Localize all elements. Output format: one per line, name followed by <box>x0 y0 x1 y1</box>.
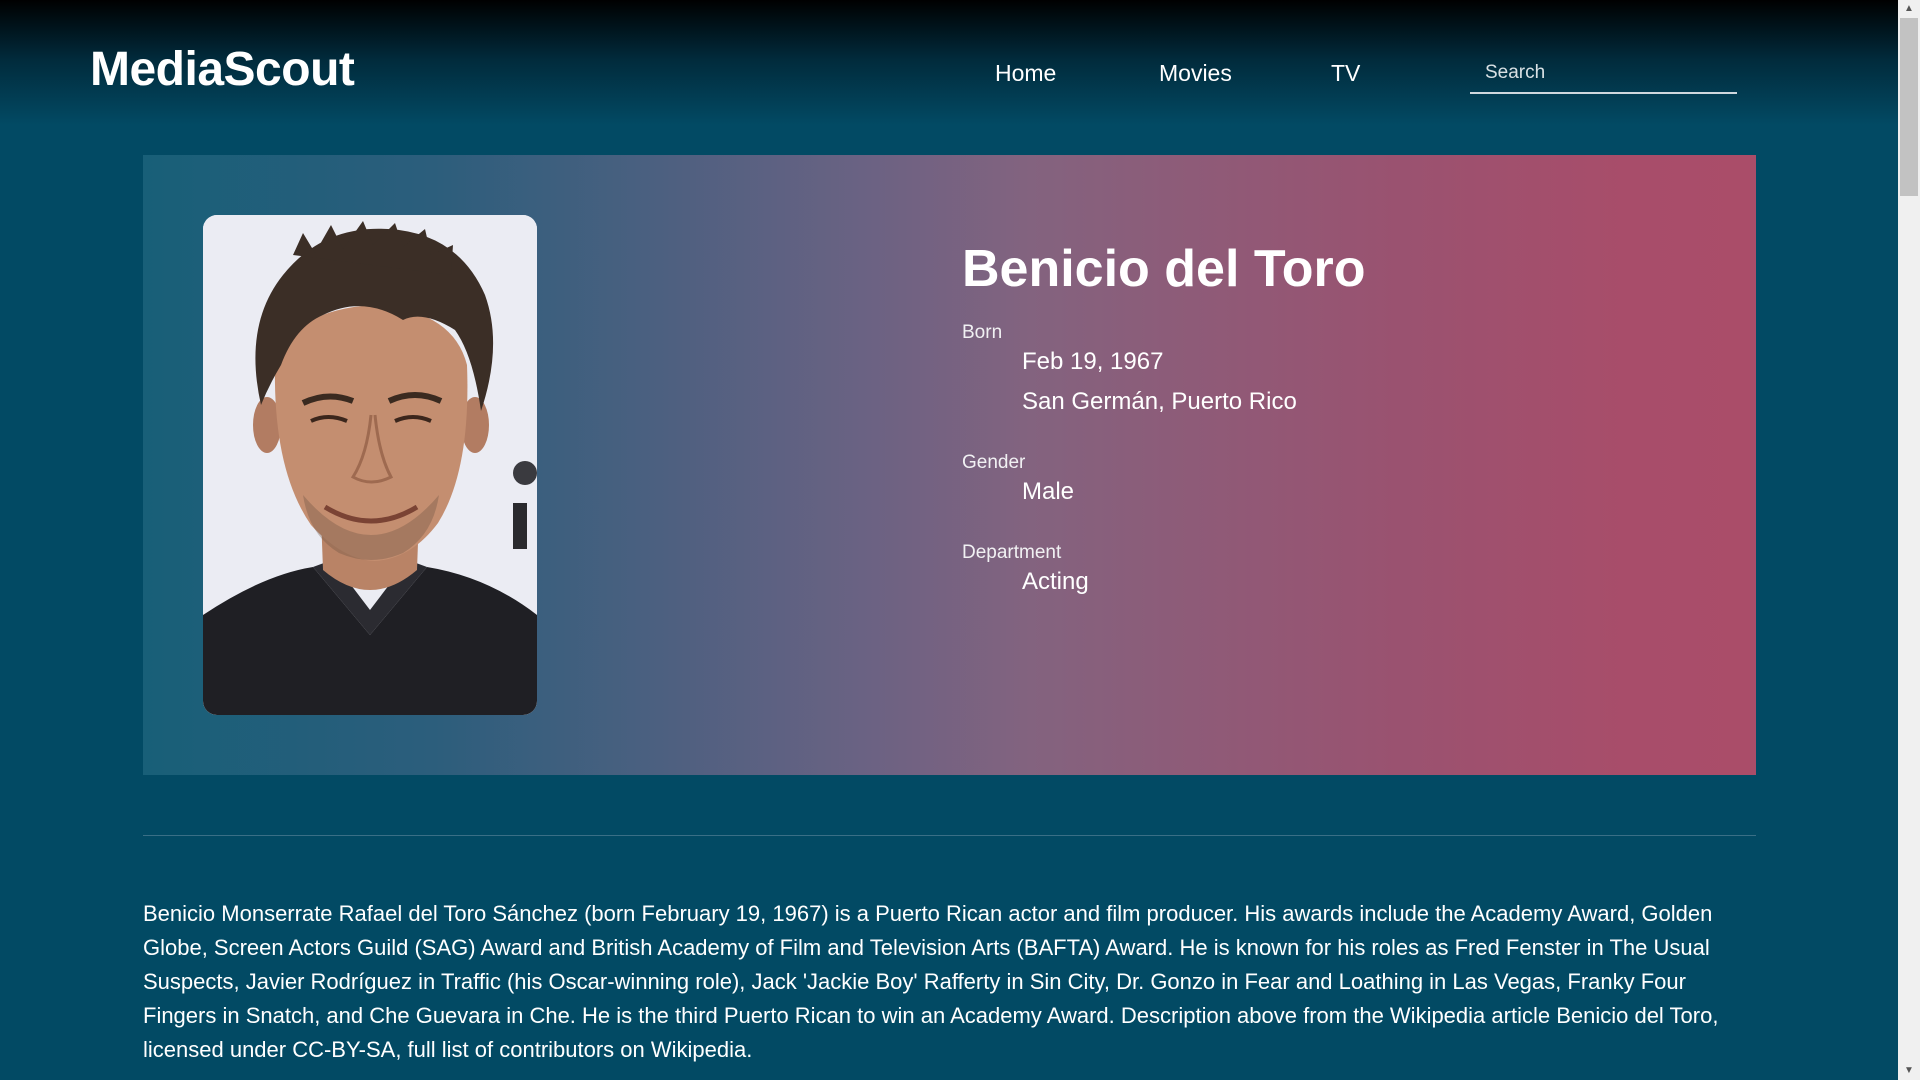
scrollbar-thumb[interactable] <box>1900 18 1918 196</box>
chevron-down-icon[interactable]: ▼ <box>1898 1062 1920 1080</box>
gender-label: Gender <box>962 452 1026 473</box>
born-date-value: Feb 19, 1967 <box>1022 348 1164 375</box>
department-value: Acting <box>1022 568 1089 595</box>
person-name-heading: Benicio del Toro <box>962 240 1366 298</box>
born-label: Born <box>962 322 1003 343</box>
person-detail-page: MediaScout Home Movies TV Search Benicio… <box>0 0 1920 1080</box>
search-input[interactable] <box>1470 54 1737 94</box>
person-biography: Benicio Monserrate Rafael del Toro Sánch… <box>143 901 1719 1062</box>
person-hero-card: Benicio del Toro Born Feb 19, 1967 San G… <box>143 155 1756 775</box>
nav-link-tv[interactable]: TV <box>1331 60 1360 87</box>
page-scrollbar[interactable]: ▲ ▼ <box>1898 0 1920 1080</box>
site-logo[interactable]: MediaScout <box>90 42 355 97</box>
top-navigation-bar: MediaScout Home Movies TV <box>0 0 1898 120</box>
section-divider <box>143 835 1756 836</box>
nav-link-movies[interactable]: Movies <box>1159 60 1232 87</box>
department-label: Department <box>962 542 1062 563</box>
chevron-up-icon[interactable]: ▲ <box>1898 0 1920 18</box>
person-profile-photo <box>203 215 537 715</box>
nav-link-home[interactable]: Home <box>995 60 1056 87</box>
born-place-value: San Germán, Puerto Rico <box>1022 388 1297 415</box>
gender-value: Male <box>1022 478 1075 505</box>
portrait-image <box>203 215 537 715</box>
